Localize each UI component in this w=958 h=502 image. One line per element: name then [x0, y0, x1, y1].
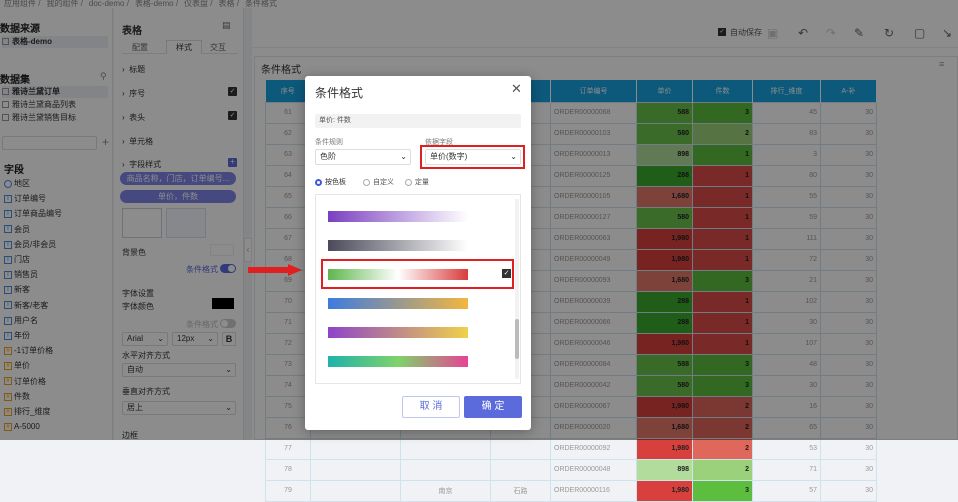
- field-tag: 单价: 件数: [315, 114, 521, 128]
- table-cell: 79: [265, 479, 311, 502]
- table-cell: 1,980: [636, 437, 693, 460]
- palette-list: ✓: [315, 194, 521, 384]
- close-icon[interactable]: ✕: [511, 81, 522, 97]
- palette-swatch[interactable]: [328, 298, 468, 309]
- table-row[interactable]: 79 南京 石路 ORDER00000116 1,980 3 57 30: [265, 479, 877, 502]
- radio-custom[interactable]: 自定义: [363, 177, 394, 187]
- table-cell: [490, 437, 551, 460]
- dialog-title: 条件格式: [315, 86, 364, 100]
- scrollbar[interactable]: [515, 199, 519, 379]
- table-cell: [400, 437, 491, 460]
- table-cell: [490, 458, 551, 481]
- radio-palette[interactable]: 按色板: [315, 177, 346, 187]
- ok-button[interactable]: 确 定: [464, 396, 522, 418]
- table-cell: 53: [752, 437, 821, 460]
- table-cell: [400, 458, 491, 481]
- rule-select[interactable]: 色阶 ⌄: [315, 149, 411, 165]
- palette-swatch[interactable]: [328, 240, 468, 251]
- rule-label: 条件规则: [315, 139, 343, 146]
- table-cell: 71: [752, 458, 821, 481]
- table-cell: 898: [636, 458, 693, 481]
- selected-palette-highlight: [321, 259, 514, 289]
- palette-swatch[interactable]: [328, 211, 468, 222]
- palette-checkbox[interactable]: ✓: [502, 269, 511, 278]
- table-cell: ORDER00000116: [550, 479, 637, 502]
- palette-swatch[interactable]: [328, 327, 468, 338]
- table-cell: 南京: [400, 479, 491, 502]
- palette-swatch[interactable]: [328, 356, 468, 367]
- table-cell: 2: [692, 458, 753, 481]
- table-cell: [310, 458, 401, 481]
- table-cell: ORDER00000092: [550, 437, 637, 460]
- table-cell: [310, 479, 401, 502]
- table-cell: 77: [265, 437, 311, 460]
- table-cell: 石路: [490, 479, 551, 502]
- table-cell: ORDER00000048: [550, 458, 637, 481]
- table-cell: 30: [820, 437, 877, 460]
- table-cell: 78: [265, 458, 311, 481]
- table-row[interactable]: 77 ORDER00000092 1,980 2 53 30: [265, 437, 877, 460]
- table-row[interactable]: 78 ORDER00000048 898 2 71 30: [265, 458, 877, 481]
- radio-quantitative[interactable]: 定量: [405, 177, 429, 187]
- table-cell: 1,980: [636, 479, 693, 502]
- table-cell: 3: [692, 479, 753, 502]
- annotation-arrow: [248, 264, 302, 276]
- highlight-box: [420, 145, 525, 169]
- scrollbar-thumb[interactable]: [515, 319, 519, 359]
- cancel-button[interactable]: 取 消: [402, 396, 460, 418]
- table-cell: [310, 437, 401, 460]
- table-cell: 30: [820, 458, 877, 481]
- table-cell: 2: [692, 437, 753, 460]
- table-cell: 30: [820, 479, 877, 502]
- cond-format-dialog: 条件格式 ✕ 单价: 件数 条件规则 色阶 ⌄ 依据字段 单价(数字) ⌄ 按色板 …: [305, 76, 531, 430]
- table-cell: 57: [752, 479, 821, 502]
